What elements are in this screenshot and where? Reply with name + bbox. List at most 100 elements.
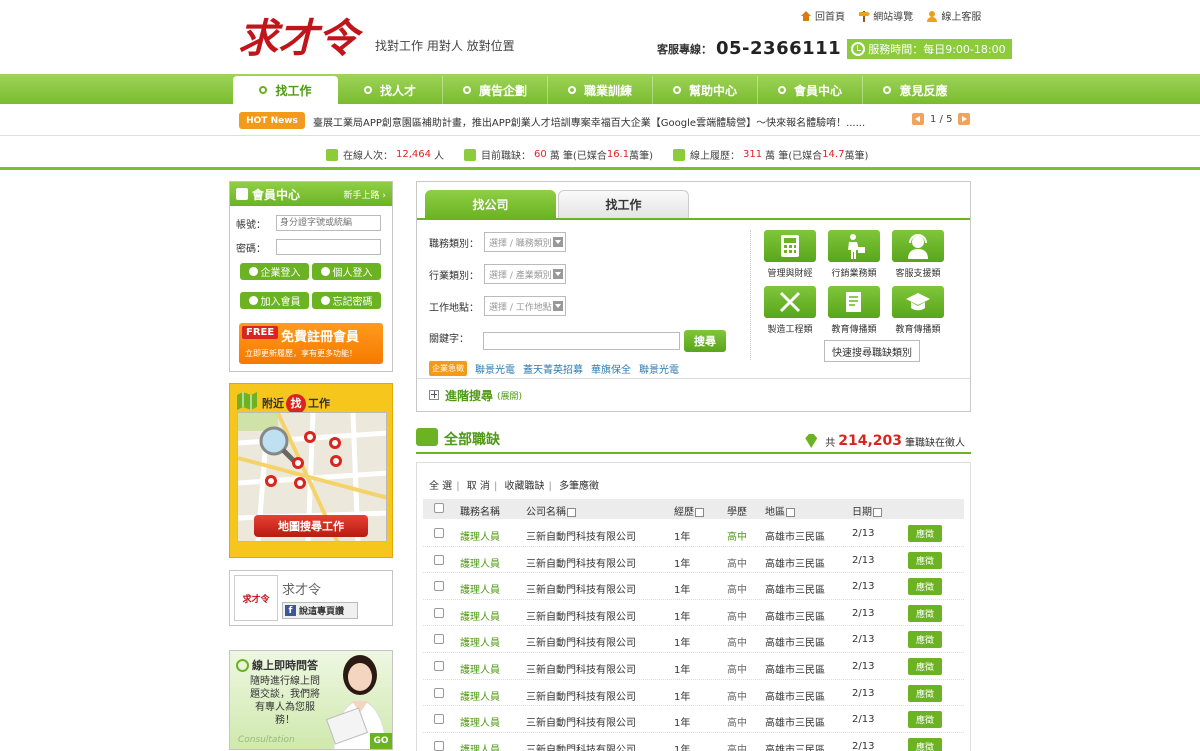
keyword-input[interactable] <box>483 332 680 350</box>
nearby-jobs-map[interactable]: 附近找工作 地圖搜尋工作 <box>229 383 393 558</box>
job-category-select[interactable]: 選擇 / 職務類別 <box>484 232 566 252</box>
category-education-media-1[interactable]: 教育傳播類 <box>822 286 886 335</box>
row-checkbox[interactable] <box>434 528 444 538</box>
company-link[interactable]: 蓋天菁英招募 <box>523 361 583 376</box>
apply-button[interactable]: 應徵 <box>908 578 942 596</box>
nav-advertising[interactable]: 廣告企劃 <box>443 76 548 104</box>
next-icon[interactable] <box>958 113 971 125</box>
nav-training[interactable]: 職業訓練 <box>548 76 653 104</box>
row-checkbox[interactable] <box>434 581 444 592</box>
nav-find-talent[interactable]: 找人才 <box>338 76 443 104</box>
company-name[interactable]: 三新自動門科技有限公司 <box>526 688 636 703</box>
apply-button[interactable]: 應徵 <box>908 604 942 622</box>
chat-go-button[interactable]: GO <box>370 733 392 749</box>
row-checkbox[interactable] <box>434 740 444 751</box>
account-input[interactable] <box>276 215 381 231</box>
divider <box>416 452 971 454</box>
category-customer-support[interactable]: 客服支援類 <box>886 230 950 279</box>
header-title[interactable]: 職務名稱 <box>460 503 500 518</box>
personal-login-button[interactable]: 個人登入 <box>312 263 381 280</box>
company-name[interactable]: 三新自動門科技有限公司 <box>526 608 636 623</box>
nav-member[interactable]: 會員中心 <box>758 76 863 104</box>
header-date[interactable]: 日期 <box>852 503 882 518</box>
multi-apply-link[interactable]: 多筆應徵 <box>559 481 599 492</box>
apply-button[interactable]: 應徵 <box>908 551 942 569</box>
company-name[interactable]: 三新自動門科技有限公司 <box>526 661 636 676</box>
map-search-button[interactable]: 地圖搜尋工作 <box>254 515 368 537</box>
company-name[interactable]: 三新自動門科技有限公司 <box>526 581 636 596</box>
prev-icon[interactable] <box>912 113 924 125</box>
people-icon <box>326 148 338 161</box>
tab-find-company[interactable]: 找公司 <box>425 190 556 218</box>
company-name[interactable]: 三新自動門科技有限公司 <box>526 741 636 751</box>
row-checkbox[interactable] <box>434 634 444 645</box>
apply-button[interactable]: 應徵 <box>908 525 942 542</box>
job-title-link[interactable]: 護理人員 <box>460 528 500 543</box>
location-select[interactable]: 選擇 / 工作地點 <box>484 296 566 316</box>
save-jobs-link[interactable]: 收藏職缺 <box>505 481 545 492</box>
header-education[interactable]: 學歷 <box>727 503 747 518</box>
cancel-link[interactable]: 取 消 <box>467 481 490 492</box>
job-title-link[interactable]: 護理人員 <box>460 741 500 751</box>
apply-button[interactable]: 應徵 <box>908 737 942 751</box>
company-login-button[interactable]: 企業登入 <box>240 263 309 280</box>
row-checkbox[interactable] <box>434 714 444 725</box>
header-company[interactable]: 公司名稱 <box>526 503 576 518</box>
company-name[interactable]: 三新自動門科技有限公司 <box>526 555 636 570</box>
join-member-button[interactable]: 加入會員 <box>240 292 309 309</box>
map-title-post: 工作 <box>308 397 330 410</box>
header-area[interactable]: 地區 <box>765 503 795 518</box>
job-title-link[interactable]: 護理人員 <box>460 661 500 676</box>
advanced-search-toggle[interactable]: 進階搜尋 (展開) <box>417 378 970 411</box>
category-education-media-2[interactable]: 教育傳播類 <box>886 286 950 335</box>
category-sales-marketing[interactable]: 行銷業務類 <box>822 230 886 279</box>
password-input[interactable] <box>276 239 381 255</box>
nav-find-job[interactable]: 找工作 <box>233 76 338 104</box>
category-management-finance[interactable]: 管理與財經 <box>758 230 822 279</box>
job-title-link[interactable]: 護理人員 <box>460 608 500 623</box>
company-link[interactable]: 聯景光電 <box>475 361 515 376</box>
header-label: 學歷 <box>727 507 747 518</box>
apply-button[interactable]: 應徵 <box>908 657 942 675</box>
stat-value: 12,464 <box>396 149 431 160</box>
company-link[interactable]: 華旗保全 <box>591 361 631 376</box>
row-checkbox[interactable] <box>434 660 444 671</box>
row-checkbox[interactable] <box>434 554 444 565</box>
job-title-link[interactable]: 護理人員 <box>460 714 500 729</box>
select-all-checkbox[interactable] <box>434 503 444 513</box>
job-title-link[interactable]: 護理人員 <box>460 581 500 596</box>
apply-button[interactable]: 應徵 <box>908 684 942 702</box>
sitemap-link[interactable]: 網站導覽 <box>858 8 913 23</box>
table-row: 護理人員 三新自動門科技有限公司 1年 高中 高雄市三民區 2/13 應徵 <box>423 626 964 653</box>
newbie-guide-link[interactable]: 新手上路 › <box>344 188 386 201</box>
company-link[interactable]: 聯景光電 <box>639 361 679 376</box>
select-all-link[interactable]: 全 選 <box>429 481 452 492</box>
news-ticker[interactable]: 臺展工業局APP創意園區補助計畫，推出APP創業人才培訓專案幸福百大企業【Goo… <box>313 114 893 129</box>
row-checkbox[interactable] <box>434 607 444 618</box>
customer-service-link[interactable]: 線上客服 <box>926 8 981 23</box>
home-link[interactable]: 回首頁 <box>800 8 845 23</box>
job-title-link[interactable]: 護理人員 <box>460 688 500 703</box>
company-name[interactable]: 三新自動門科技有限公司 <box>526 634 636 649</box>
apply-button[interactable]: 應徵 <box>908 631 942 649</box>
category-manufacturing[interactable]: 製造工程類 <box>758 286 822 335</box>
like-page-button[interactable]: f 說這專頁讚 <box>282 602 358 619</box>
search-button[interactable]: 搜尋 <box>684 330 726 352</box>
row-checkbox[interactable] <box>434 687 444 698</box>
nav-help[interactable]: 幫助中心 <box>653 76 758 104</box>
company-name[interactable]: 三新自動門科技有限公司 <box>526 714 636 729</box>
company-name[interactable]: 三新自動門科技有限公司 <box>526 528 636 543</box>
fan-page-name[interactable]: 求才令 <box>282 579 321 598</box>
industry-select[interactable]: 選擇 / 產業類別 <box>484 264 566 284</box>
online-chat-box[interactable]: 線上即時問答 隨時進行線上問題交談，我們將有專人為您服務！ Consultati… <box>229 650 393 750</box>
job-title-link[interactable]: 護理人員 <box>460 634 500 649</box>
header-experience[interactable]: 經歷 <box>674 503 704 518</box>
apply-button[interactable]: 應徵 <box>908 711 942 729</box>
free-register-banner[interactable]: FREE 免費註冊會員 立即更新履歷，享有更多功能！ <box>239 323 383 364</box>
site-logo[interactable]: 求才令 <box>238 10 370 62</box>
job-title-link[interactable]: 護理人員 <box>460 555 500 570</box>
nav-feedback[interactable]: 意見反應 <box>863 76 968 104</box>
forgot-password-button[interactable]: 忘記密碼 <box>312 292 381 309</box>
table-row: 護理人員 三新自動門科技有限公司 1年 高中 高雄市三民區 2/13 應徵 <box>423 653 964 680</box>
tab-find-job[interactable]: 找工作 <box>558 190 689 218</box>
